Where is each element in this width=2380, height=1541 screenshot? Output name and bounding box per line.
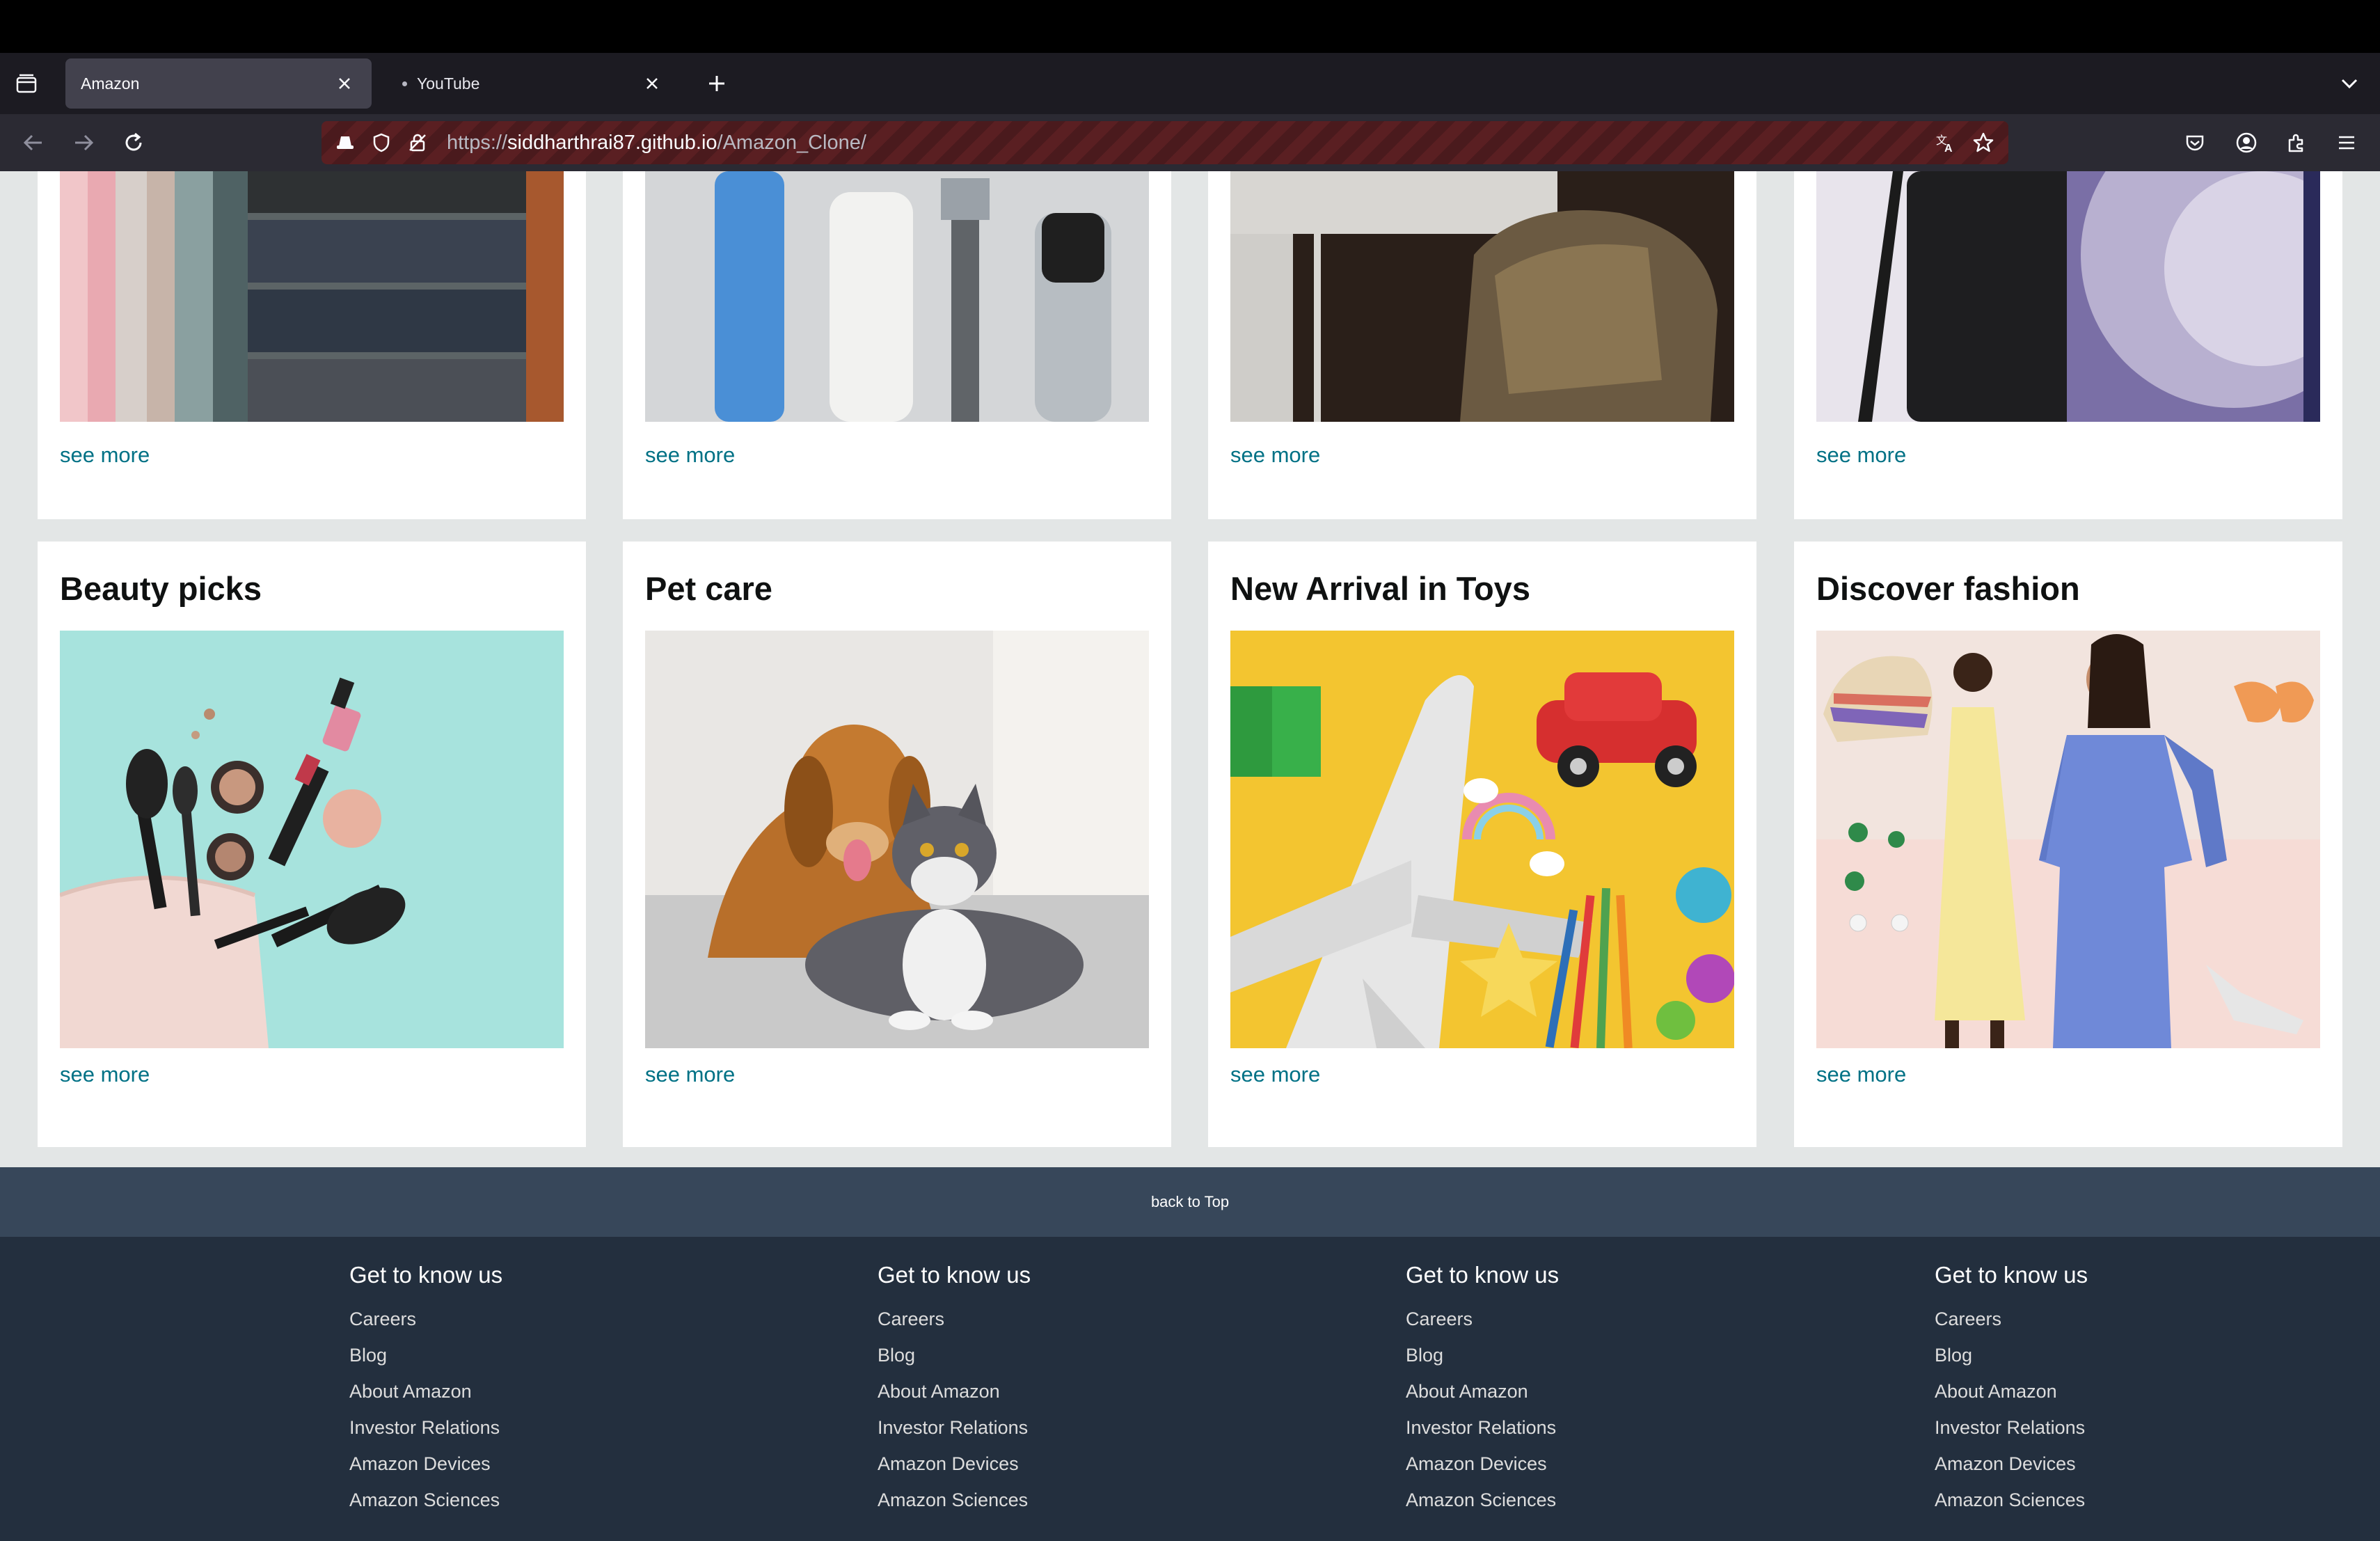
url-path: /Amazon_Clone/ xyxy=(717,132,866,154)
pet-care-card: Pet care see more xyxy=(623,542,1171,1147)
svg-text:A: A xyxy=(1944,143,1953,154)
footer-link-devices[interactable]: Amazon Devices xyxy=(349,1446,502,1482)
url-scheme: https:// xyxy=(447,132,508,154)
tab-youtube[interactable]: YouTube xyxy=(387,58,679,109)
footer-column: Get to know us Careers Blog About Amazon… xyxy=(1406,1262,1559,1518)
smartphone-image[interactable] xyxy=(1816,171,2320,422)
tab-attention-dot xyxy=(402,81,407,86)
window-top-bar xyxy=(0,0,2380,53)
card-title: Beauty picks xyxy=(60,570,262,607)
address-bar[interactable]: https://siddharthrai87.github.io/Amazon_… xyxy=(322,121,2008,164)
puzzle-icon[interactable] xyxy=(2280,126,2313,159)
footer-link-devices[interactable]: Amazon Devices xyxy=(1935,1446,2088,1482)
footer-heading: Get to know us xyxy=(878,1262,1031,1288)
beauty-picks-card: Beauty picks see more xyxy=(38,542,586,1147)
footer-link-about[interactable]: About Amazon xyxy=(1406,1373,1559,1409)
footer-link-sciences[interactable]: Amazon Sciences xyxy=(349,1482,502,1518)
beauty-image[interactable] xyxy=(60,631,564,1048)
toys-image[interactable] xyxy=(1230,631,1734,1048)
translate-icon[interactable]: 文A xyxy=(1930,127,1961,158)
url-text[interactable]: https://siddharthrai87.github.io/Amazon_… xyxy=(447,132,866,155)
pet-image[interactable] xyxy=(645,631,1149,1048)
personal-care-image[interactable] xyxy=(645,171,1149,422)
footer-link-careers[interactable]: Careers xyxy=(349,1301,502,1337)
page-viewport: see more see more see more see more Beau… xyxy=(0,171,2380,1541)
footer-column: Get to know us Careers Blog About Amazon… xyxy=(878,1262,1031,1518)
footer-link-careers[interactable]: Careers xyxy=(878,1301,1031,1337)
back-to-top-label: back to Top xyxy=(1150,1193,1230,1210)
private-browsing-icon xyxy=(330,127,360,158)
footer-column: Get to know us Careers Blog About Amazon… xyxy=(1935,1262,2088,1518)
back-to-top-button[interactable]: back to Top xyxy=(0,1167,2380,1237)
product-card: see more xyxy=(623,171,1171,519)
plus-icon[interactable] xyxy=(701,68,732,99)
footer-link-blog[interactable]: Blog xyxy=(1935,1337,2088,1373)
footer-link-investor-relations[interactable]: Investor Relations xyxy=(878,1409,1031,1446)
footer-link-blog[interactable]: Blog xyxy=(349,1337,502,1373)
card-title: Pet care xyxy=(645,570,772,607)
reload-icon[interactable] xyxy=(117,126,150,159)
pocket-icon[interactable] xyxy=(2178,126,2212,159)
footer-link-careers[interactable]: Careers xyxy=(1406,1301,1559,1337)
footer-heading: Get to know us xyxy=(1406,1262,1560,1288)
footer-link-sciences[interactable]: Amazon Sciences xyxy=(1406,1482,1559,1518)
product-card: see more xyxy=(1208,171,1756,519)
product-card: see more xyxy=(1794,171,2342,519)
footer-link-investor-relations[interactable]: Investor Relations xyxy=(1406,1409,1559,1446)
card-title: Discover fashion xyxy=(1816,570,2080,607)
footer-heading: Get to know us xyxy=(349,1262,503,1288)
tab-amazon[interactable]: Amazon xyxy=(65,58,372,109)
arrow-right-icon[interactable] xyxy=(67,126,100,159)
fashion-card: Discover fashion see more xyxy=(1794,542,2342,1147)
desk-chair-image[interactable] xyxy=(1230,171,1734,422)
footer-column: Get to know us Careers Blog About Amazon… xyxy=(349,1262,502,1518)
arrow-left-icon[interactable] xyxy=(17,126,50,159)
url-host: siddharthrai87.github.io xyxy=(507,132,717,154)
see-more-link[interactable]: see more xyxy=(60,1062,150,1087)
footer-link-investor-relations[interactable]: Investor Relations xyxy=(349,1409,502,1446)
footer-link-about[interactable]: About Amazon xyxy=(349,1373,502,1409)
fabric-swatches-image[interactable] xyxy=(60,171,564,422)
footer-link-devices[interactable]: Amazon Devices xyxy=(1406,1446,1559,1482)
footer-link-sciences[interactable]: Amazon Sciences xyxy=(878,1482,1031,1518)
footer-link-about[interactable]: About Amazon xyxy=(1935,1373,2088,1409)
see-more-link[interactable]: see more xyxy=(1816,443,1906,468)
footer-link-blog[interactable]: Blog xyxy=(1406,1337,1559,1373)
see-more-link[interactable]: see more xyxy=(1816,1062,1906,1087)
tab-strip: Amazon YouTube xyxy=(0,53,2380,114)
close-tab-icon[interactable] xyxy=(333,72,356,95)
close-tab-icon[interactable] xyxy=(640,72,664,95)
navigation-toolbar: https://siddharthrai87.github.io/Amazon_… xyxy=(0,114,2380,171)
chevron-down-icon[interactable] xyxy=(2334,68,2365,99)
footer-link-sciences[interactable]: Amazon Sciences xyxy=(1935,1482,2088,1518)
hamburger-menu-icon[interactable] xyxy=(2330,126,2363,159)
see-more-link[interactable]: see more xyxy=(1230,1062,1320,1087)
lock-icon[interactable] xyxy=(402,127,433,158)
fashion-image[interactable] xyxy=(1816,631,2320,1048)
see-more-link[interactable]: see more xyxy=(645,443,735,468)
footer-link-investor-relations[interactable]: Investor Relations xyxy=(1935,1409,2088,1446)
card-title: New Arrival in Toys xyxy=(1230,570,1530,607)
star-icon[interactable] xyxy=(1968,127,1999,158)
see-more-link[interactable]: see more xyxy=(1230,443,1320,468)
shield-icon[interactable] xyxy=(366,127,397,158)
tab-title: Amazon xyxy=(81,74,140,93)
footer-link-about[interactable]: About Amazon xyxy=(878,1373,1031,1409)
footer-link-blog[interactable]: Blog xyxy=(878,1337,1031,1373)
tab-title: YouTube xyxy=(417,74,480,93)
account-icon[interactable] xyxy=(2230,126,2263,159)
see-more-link[interactable]: see more xyxy=(645,1062,735,1087)
see-more-link[interactable]: see more xyxy=(60,443,150,468)
toys-card: New Arrival in Toys see more xyxy=(1208,542,1756,1147)
footer-heading: Get to know us xyxy=(1935,1262,2088,1288)
footer-link-careers[interactable]: Careers xyxy=(1935,1301,2088,1337)
product-card: see more xyxy=(38,171,586,519)
footer-link-devices[interactable]: Amazon Devices xyxy=(878,1446,1031,1482)
footer: Get to know us Careers Blog About Amazon… xyxy=(0,1237,2380,1541)
tab-list-icon[interactable] xyxy=(11,68,42,99)
